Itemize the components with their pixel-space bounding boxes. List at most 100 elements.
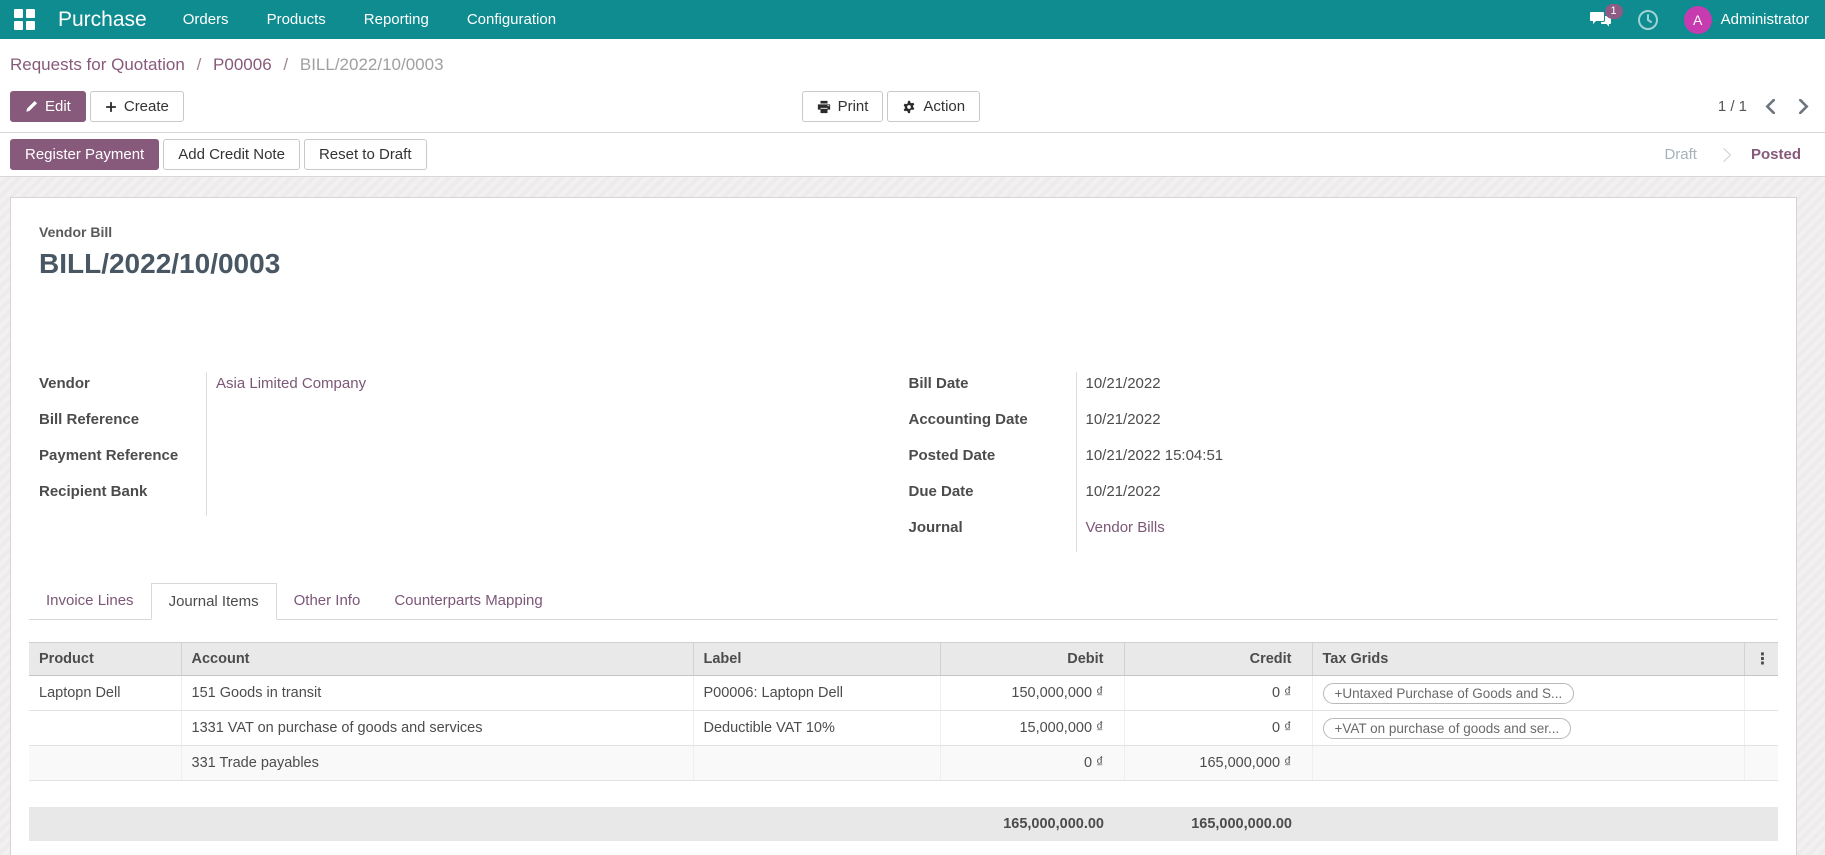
total-credit: 165,000,000.00	[1124, 806, 1312, 841]
journal-item-row[interactable]: 1331 VAT on purchase of goods and servic…	[29, 710, 1778, 746]
create-button-label: Create	[123, 98, 169, 115]
cell-tax-grids	[1311, 745, 1744, 781]
column-header-credit[interactable]: Credit	[1123, 642, 1312, 676]
optional-columns-icon[interactable]: ⋮	[1743, 642, 1778, 676]
journal-items-table: Product Account Label Debit Credit Tax G…	[29, 642, 1778, 841]
journal-label: Journal	[909, 516, 1077, 552]
vendor-value-link[interactable]: Asia Limited Company	[216, 375, 366, 392]
breadcrumb-separator: /	[196, 55, 202, 74]
table-header-row: Product Account Label Debit Credit Tax G…	[29, 642, 1778, 676]
tab-counterparts-mapping[interactable]: Counterparts Mapping	[377, 583, 559, 620]
vendor-label: Vendor	[39, 372, 207, 408]
register-payment-button[interactable]: Register Payment	[10, 139, 160, 170]
menu-reporting[interactable]: Reporting	[364, 11, 429, 28]
form-view-background: Vendor Bill BILL/2022/10/0003 Vendor Asi…	[0, 177, 1825, 855]
print-button-label: Print	[837, 98, 869, 115]
apps-menu-icon[interactable]	[14, 8, 36, 31]
form-statusbar: Register Payment Add Credit Note Reset t…	[0, 132, 1825, 177]
menu-configuration[interactable]: Configuration	[467, 11, 556, 28]
column-header-debit[interactable]: Debit	[939, 642, 1124, 676]
cell-product	[29, 710, 181, 746]
breadcrumb-link-po[interactable]: P00006	[213, 55, 272, 74]
bill-reference-value	[207, 408, 909, 444]
user-menu[interactable]: A Administrator	[1683, 5, 1809, 34]
printer-icon	[817, 100, 830, 113]
document-title: BILL/2022/10/0003	[39, 248, 281, 279]
cell-account: 1331 VAT on purchase of goods and servic…	[180, 710, 693, 746]
doc-type-label: Vendor Bill	[39, 224, 113, 240]
cell-debit: 0 ₫	[939, 745, 1124, 781]
accounting-date-label: Accounting Date	[909, 408, 1077, 444]
tab-other-info[interactable]: Other Info	[277, 583, 378, 620]
state-draft[interactable]: Draft	[1664, 146, 1697, 163]
form-sheet: Vendor Bill BILL/2022/10/0003 Vendor Asi…	[10, 197, 1797, 855]
messages-icon[interactable]: 1	[1589, 4, 1623, 28]
cell-product: Laptopn Dell	[29, 675, 181, 711]
bill-date-label: Bill Date	[909, 372, 1077, 408]
activity-clock-icon[interactable]	[1636, 8, 1660, 32]
column-header-label[interactable]: Label	[692, 642, 940, 676]
cell-debit: 150,000,000 ₫	[939, 675, 1124, 711]
tab-journal-items[interactable]: Journal Items	[150, 583, 277, 620]
column-header-account[interactable]: Account	[180, 642, 693, 676]
pencil-icon	[26, 100, 38, 112]
gear-icon	[904, 100, 915, 113]
pager-counter: 1 / 1	[1717, 98, 1747, 115]
posted-date-label: Posted Date	[909, 444, 1077, 480]
user-name: Administrator	[1720, 11, 1809, 28]
cell-label: P00006: Laptopn Dell	[692, 675, 940, 711]
cell-account: 151 Goods in transit	[180, 675, 693, 711]
action-button[interactable]: Action	[887, 91, 981, 122]
column-header-tax-grids[interactable]: Tax Grids	[1311, 642, 1744, 676]
cell-credit: 165,000,000 ₫	[1123, 745, 1312, 781]
avatar: A	[1683, 5, 1712, 34]
journal-item-row[interactable]: 331 Trade payables 0 ₫ 165,000,000 ₫	[29, 745, 1778, 781]
tab-invoice-lines[interactable]: Invoice Lines	[29, 583, 151, 620]
state-posted[interactable]: Posted	[1751, 146, 1801, 163]
due-date-label: Due Date	[909, 480, 1077, 516]
recipient-bank-label: Recipient Bank	[39, 480, 207, 516]
pager-next-icon[interactable]	[1798, 99, 1809, 114]
edit-button[interactable]: Edit	[10, 91, 86, 122]
pager-previous-icon[interactable]	[1765, 99, 1776, 114]
edit-button-label: Edit	[45, 98, 71, 115]
due-date-value: 10/21/2022	[1085, 483, 1161, 500]
notebook-tabs: Invoice Lines Journal Items Other Info C…	[29, 582, 1778, 620]
app-name[interactable]: Purchase	[58, 8, 147, 32]
create-button[interactable]: Create	[89, 91, 184, 122]
print-button[interactable]: Print	[801, 91, 884, 122]
field-groups: Vendor Asia Limited Company Bill Referen…	[39, 372, 1778, 552]
top-navbar: Purchase Orders Products Reporting Confi…	[0, 0, 1825, 39]
messages-badge: 1	[1604, 4, 1623, 19]
add-credit-note-button[interactable]: Add Credit Note	[163, 139, 300, 170]
journal-value-link[interactable]: Vendor Bills	[1086, 519, 1165, 536]
payment-reference-label: Payment Reference	[39, 444, 207, 480]
breadcrumb: Requests for Quotation / P00006 / BILL/2…	[0, 39, 1825, 85]
column-header-product[interactable]: Product	[29, 642, 181, 676]
accounting-date-value: 10/21/2022	[1085, 411, 1161, 428]
menu-orders[interactable]: Orders	[183, 11, 229, 28]
cell-credit: 0 ₫	[1123, 675, 1312, 711]
cell-label	[692, 745, 940, 781]
action-button-label: Action	[923, 98, 966, 115]
cell-label: Deductible VAT 10%	[692, 710, 940, 746]
journal-item-row[interactable]: Laptopn Dell 151 Goods in transit P00006…	[29, 675, 1778, 711]
recipient-bank-value	[207, 480, 909, 516]
tax-grid-tag: +Untaxed Purchase of Goods and S...	[1322, 682, 1575, 704]
cell-credit: 0 ₫	[1123, 710, 1312, 746]
control-panel: Edit Create Print Action 1 / 1	[0, 85, 1825, 132]
reset-to-draft-button[interactable]: Reset to Draft	[303, 139, 427, 170]
totals-row: 165,000,000.00 165,000,000.00	[29, 806, 1778, 841]
field-group-left: Vendor Asia Limited Company Bill Referen…	[39, 372, 909, 552]
cell-debit: 15,000,000 ₫	[939, 710, 1124, 746]
payment-reference-value	[207, 444, 909, 480]
menu-products[interactable]: Products	[267, 11, 326, 28]
tax-grid-tag: +VAT on purchase of goods and ser...	[1322, 717, 1572, 739]
bill-date-value: 10/21/2022	[1085, 375, 1161, 392]
main-menu: Orders Products Reporting Configuration	[183, 11, 556, 28]
breadcrumb-current: BILL/2022/10/0003	[299, 55, 444, 74]
breadcrumb-link-rfq[interactable]: Requests for Quotation	[10, 55, 185, 74]
plus-icon	[105, 101, 116, 112]
field-group-right: Bill Date 10/21/2022 Accounting Date 10/…	[909, 372, 1779, 552]
cell-product	[29, 745, 181, 781]
